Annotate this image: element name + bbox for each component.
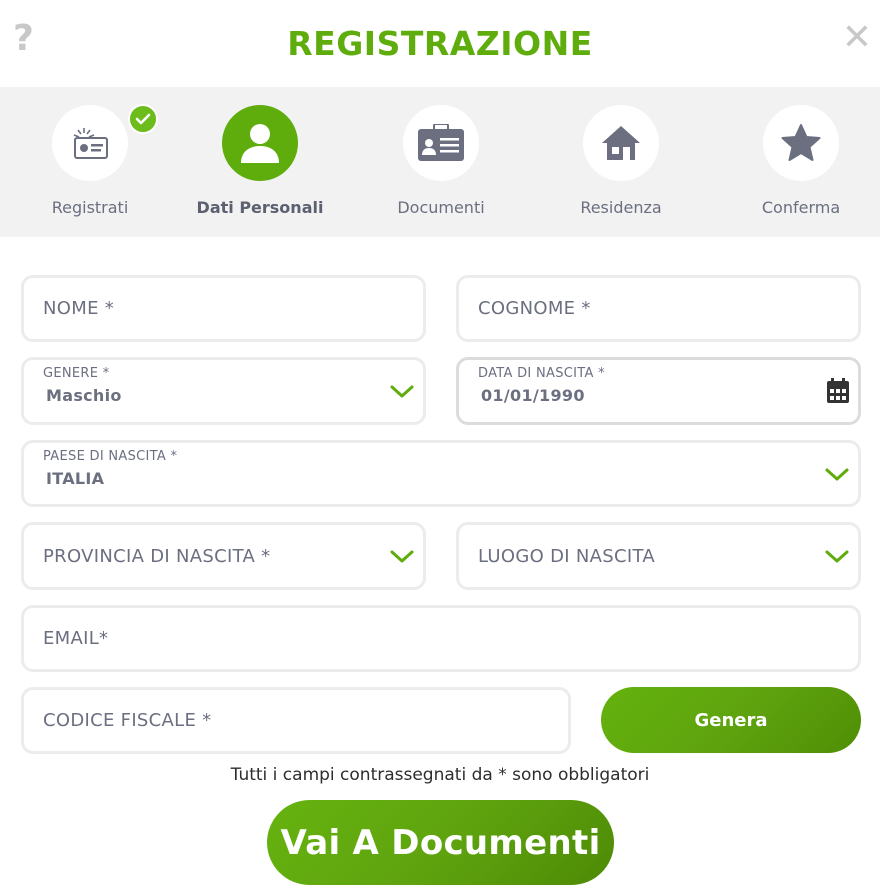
step-documenti-circle bbox=[403, 105, 479, 181]
step-conferma[interactable]: Conferma bbox=[711, 87, 880, 237]
email-field[interactable]: EMAIL* bbox=[21, 605, 861, 672]
codice-fiscale-field[interactable]: CODICE FISCALE * bbox=[21, 687, 571, 754]
email-placeholder: EMAIL* bbox=[43, 628, 109, 649]
calendar-icon[interactable] bbox=[826, 378, 850, 404]
close-icon[interactable]: ✕ bbox=[842, 20, 872, 56]
vai-a-documenti-button[interactable]: Vai A Documenti bbox=[267, 800, 614, 885]
data-nascita-label: DATA DI NASCITA * bbox=[478, 366, 605, 381]
step-registrati[interactable]: Registrati bbox=[0, 87, 180, 237]
step-dati-personali[interactable]: Dati Personali bbox=[170, 87, 350, 237]
step-dati-personali-circle bbox=[222, 105, 298, 181]
data-nascita-value: 01/01/1990 bbox=[481, 386, 585, 405]
nome-placeholder: NOME * bbox=[43, 298, 115, 319]
luogo-select[interactable]: LUOGO DI NASCITA bbox=[456, 522, 861, 590]
cognome-field[interactable]: COGNOME * bbox=[456, 275, 861, 342]
genera-button[interactable]: Genera bbox=[601, 687, 861, 753]
badge-icon bbox=[418, 124, 464, 161]
provincia-placeholder: PROVINCIA DI NASCITA * bbox=[43, 545, 271, 567]
paese-select[interactable]: PAESE DI NASCITA * ITALIA bbox=[21, 440, 861, 507]
step-residenza[interactable]: Residenza bbox=[531, 87, 711, 237]
luogo-placeholder: LUOGO DI NASCITA bbox=[478, 545, 655, 567]
paese-label: PAESE DI NASCITA * bbox=[43, 449, 178, 464]
paese-value: ITALIA bbox=[46, 469, 105, 488]
user-icon bbox=[241, 124, 279, 163]
step-label: Dati Personali bbox=[196, 198, 324, 217]
check-icon bbox=[128, 104, 158, 134]
required-fields-note: Tutti i campi contrassegnati da * sono o… bbox=[230, 765, 650, 785]
step-registrati-circle bbox=[52, 105, 128, 181]
step-label: Documenti bbox=[397, 198, 485, 217]
modal-header: ? REGISTRAZIONE ✕ bbox=[0, 0, 880, 87]
step-label: Conferma bbox=[761, 198, 841, 217]
data-nascita-field[interactable]: DATA DI NASCITA * 01/01/1990 bbox=[456, 357, 861, 425]
registration-stepper: Registrati Dati Personali Documenti Resi… bbox=[0, 87, 880, 237]
step-label: Registrati bbox=[51, 198, 129, 217]
step-label: Residenza bbox=[580, 198, 662, 217]
chevron-down-icon bbox=[825, 468, 849, 480]
id-card-icon bbox=[73, 128, 108, 159]
home-icon bbox=[602, 126, 640, 160]
provincia-select[interactable]: PROVINCIA DI NASCITA * bbox=[21, 522, 426, 590]
step-residenza-circle bbox=[583, 105, 659, 181]
step-documenti[interactable]: Documenti bbox=[351, 87, 531, 237]
codice-fiscale-placeholder: CODICE FISCALE * bbox=[43, 710, 212, 731]
nome-field[interactable]: NOME * bbox=[21, 275, 426, 342]
chevron-down-icon bbox=[390, 385, 414, 398]
chevron-down-icon bbox=[825, 550, 849, 563]
genere-value: Maschio bbox=[46, 386, 122, 405]
genere-label: GENERE * bbox=[43, 366, 110, 381]
step-conferma-circle bbox=[763, 105, 839, 181]
page-title: REGISTRAZIONE bbox=[287, 24, 593, 63]
genere-select[interactable]: GENERE * Maschio bbox=[21, 357, 426, 425]
cognome-placeholder: COGNOME * bbox=[478, 298, 591, 319]
chevron-down-icon bbox=[390, 550, 414, 563]
star-icon bbox=[781, 124, 821, 161]
